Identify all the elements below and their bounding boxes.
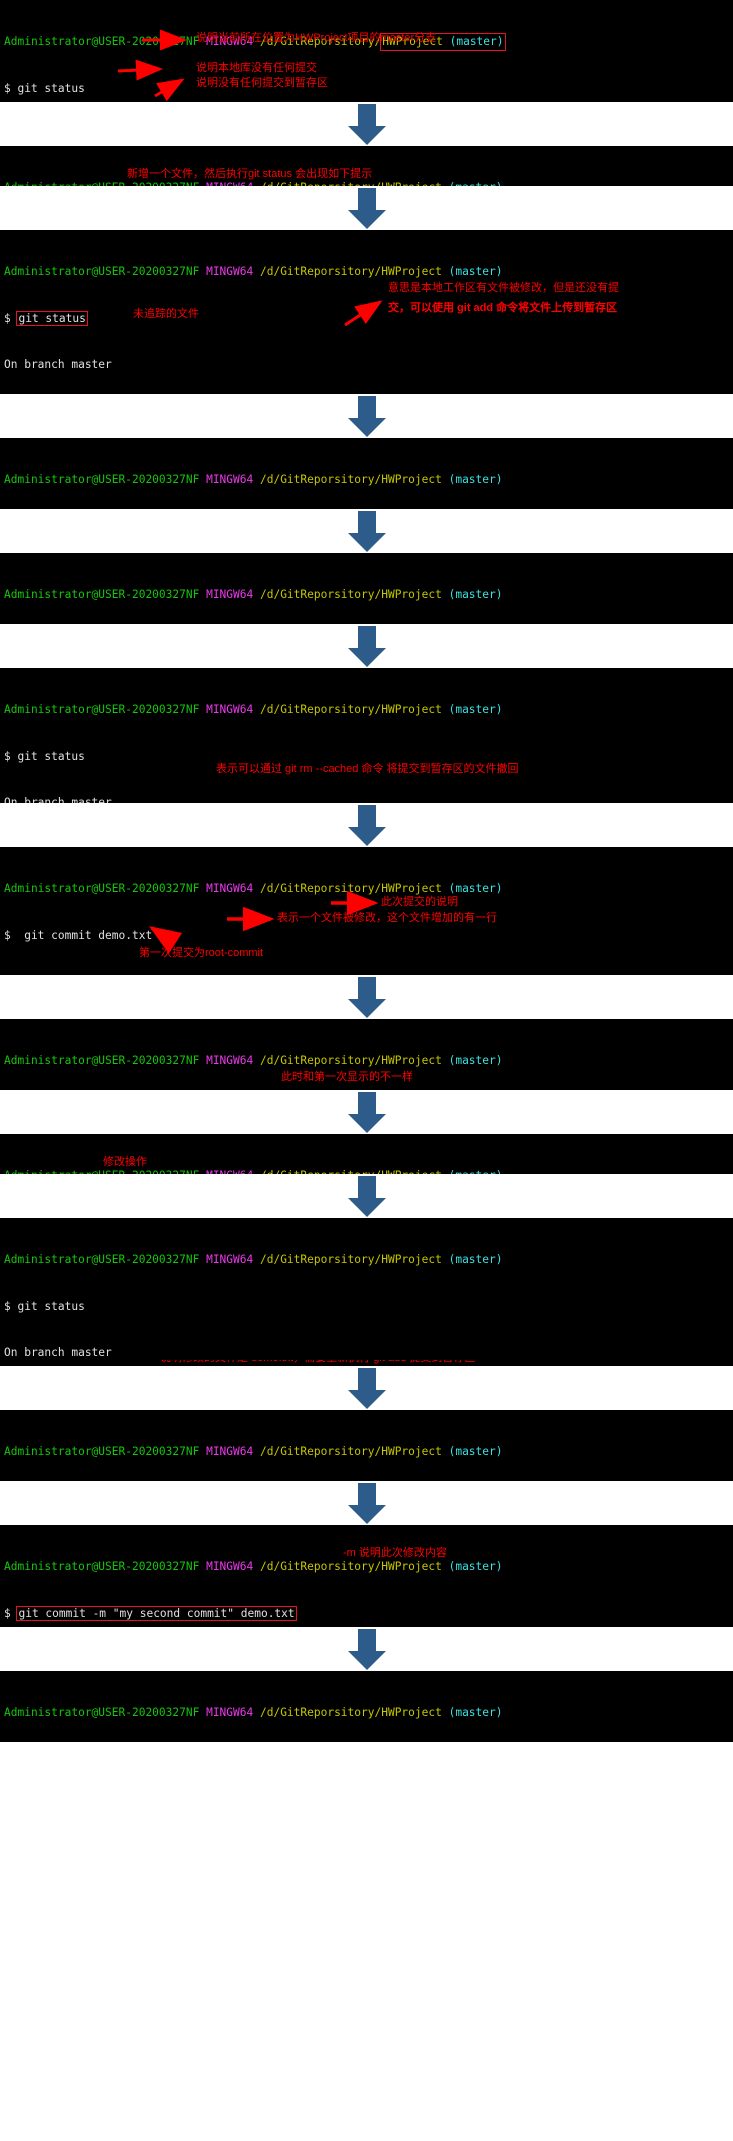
terminal-block-git-status-clean-1: Administrator@USER-20200327NF MINGW64 /d… [0, 1019, 733, 1090]
annotation-text: 此次提交的说明 [381, 896, 458, 908]
annotation-text-clipped: 说明修改的文件是 demo.txt，需要重新执行 git add 提交到暂存区 [160, 1360, 475, 1364]
down-arrow-icon [347, 104, 386, 145]
annotation-text: 意思是本地工作区有文件被修改，但是还没有提 [388, 282, 619, 294]
terminal-block-git-status-initial: Administrator@USER-20200327NF MINGW64 /d… [0, 0, 733, 102]
terminal-block-git-commit-first: Administrator@USER-20200327NF MINGW64 /d… [0, 847, 733, 975]
command-line: $ git status [4, 310, 88, 326]
annotation-overlay: 表示可以通过 git rm --cached 命令 将提交到暂存区的文件撤回 [0, 668, 733, 803]
prompt-path-project: HWProject [382, 35, 443, 48]
down-arrow-icon [347, 626, 386, 667]
terminal-block-git-status-staged: Administrator@USER-20200327NF MINGW64 /d… [0, 668, 733, 803]
flow-arrow-gap [0, 1174, 733, 1218]
flow-arrow-gap [0, 1366, 733, 1410]
down-arrow-icon [347, 1629, 386, 1670]
terminal-block-git-status-clean-2: Administrator@USER-20200327NF MINGW64 /d… [0, 1671, 733, 1742]
terminal-block-vim-demo: Administrator@USER-20200327NF MINGW64 /d… [0, 146, 733, 186]
terminal-block-git-add-1: Administrator@USER-20200327NF MINGW64 /d… [0, 438, 733, 509]
prompt-line: Administrator@USER-20200327NF MINGW64 /d… [4, 473, 503, 486]
flow-arrow-gap [0, 394, 733, 438]
terminal-block-git-add-2: Administrator@USER-20200327NF MINGW64 /d… [0, 553, 733, 624]
annotation-text: 表示一个文件被修改，这个文件增加的有一行 [277, 912, 497, 924]
prompt-user: Administrator@USER-20200327NF [4, 35, 200, 48]
prompt-line: Administrator@USER-20200327NF MINGW64 /d… [4, 1054, 503, 1067]
highlighted-command: git status [16, 310, 88, 326]
annotation-text: 说明本地库没有任何提交 [196, 62, 317, 74]
terminal-block-git-status-modified: Administrator@USER-20200327NF MINGW64 /d… [0, 1218, 733, 1366]
down-arrow-icon [347, 188, 386, 229]
flow-arrow-gap [0, 186, 733, 230]
prompt-line: Administrator@USER-20200327NF MINGW64 /d… [4, 1560, 503, 1573]
prompt-line: Administrator@USER-20200327NF MINGW64 /d… [4, 588, 503, 601]
flow-arrow-gap [0, 1481, 733, 1525]
down-arrow-icon [347, 1368, 386, 1409]
flow-arrow-gap [0, 624, 733, 668]
prompt-path-prefix: /d/GitReporsitory/ [259, 35, 382, 48]
command-line: $ git status [4, 81, 85, 95]
output-line: On branch master [4, 796, 112, 803]
down-arrow-icon [347, 511, 386, 552]
flow-arrow-gap [0, 1090, 733, 1134]
command-line: $ git commit -m "my second commit" demo.… [4, 1605, 297, 1621]
down-arrow-icon [347, 1176, 386, 1217]
terminal-block-git-add-3: Administrator@USER-20200327NF MINGW64 /d… [0, 1410, 733, 1481]
flow-arrow-gap [0, 1627, 733, 1671]
annotation-overlay: 此次提交的说明 表示一个文件被修改，这个文件增加的有一行 第一次提交为root-… [0, 847, 733, 975]
terminal-block-git-commit-second: Administrator@USER-20200327NF MINGW64 /d… [0, 1525, 733, 1627]
prompt-shell: MINGW64 [206, 35, 254, 48]
prompt-line: Administrator@USER-20200327NF MINGW64 /d… [4, 265, 503, 278]
command-line: $ git status [4, 749, 85, 763]
flow-arrow-gap [0, 509, 733, 553]
flow-arrow-gap [0, 975, 733, 1019]
prompt-branch: (master) [449, 35, 504, 48]
terminal-block-git-status-untracked: Administrator@USER-20200327NF MINGW64 /d… [0, 230, 733, 394]
down-arrow-icon [347, 396, 386, 437]
prompt-line: Administrator@USER-20200327NF MINGW64 /d… [4, 703, 503, 716]
prompt-line: Administrator@USER-20200327NF MINGW64 /d… [4, 882, 503, 895]
output-line: On branch master [4, 1346, 112, 1359]
flow-arrow-gap [0, 102, 733, 146]
highlighted-command: git commit -m "my second commit" demo.tx… [16, 1605, 297, 1621]
command-line: $ git status [4, 1299, 85, 1313]
annotation-text: 第一次提交为root-commit [139, 947, 264, 959]
output-line: On branch master [4, 358, 112, 371]
down-arrow-icon [347, 805, 386, 846]
annotation-text: 此时和第一次显示的不一样 [281, 1071, 413, 1083]
terminal-block-vim-modify: Administrator@USER-20200327NF MINGW64 /d… [0, 1134, 733, 1174]
prompt-line: Administrator@USER-20200327NF MINGW64 /d… [0, 33, 733, 51]
flow-arrow-gap [0, 803, 733, 847]
annotation-overlay-clipped: 说明修改的文件是 demo.txt，需要重新执行 git add 提交到暂存区 [0, 1218, 733, 1366]
down-arrow-icon [347, 1483, 386, 1524]
git-workflow-tutorial-page: Administrator@USER-20200327NF MINGW64 /d… [0, 0, 733, 1742]
annotation-text: 表示可以通过 git rm --cached 命令 将提交到暂存区的文件撤回 [216, 763, 519, 775]
down-arrow-icon [347, 977, 386, 1018]
prompt-line: Administrator@USER-20200327NF MINGW64 /d… [4, 1253, 503, 1266]
down-arrow-icon [347, 1092, 386, 1133]
prompt-line: Administrator@USER-20200327NF MINGW64 /d… [4, 1706, 503, 1719]
command-line: $ git commit demo.txt [4, 928, 153, 942]
prompt-line: Administrator@USER-20200327NF MINGW64 /d… [4, 1445, 503, 1458]
